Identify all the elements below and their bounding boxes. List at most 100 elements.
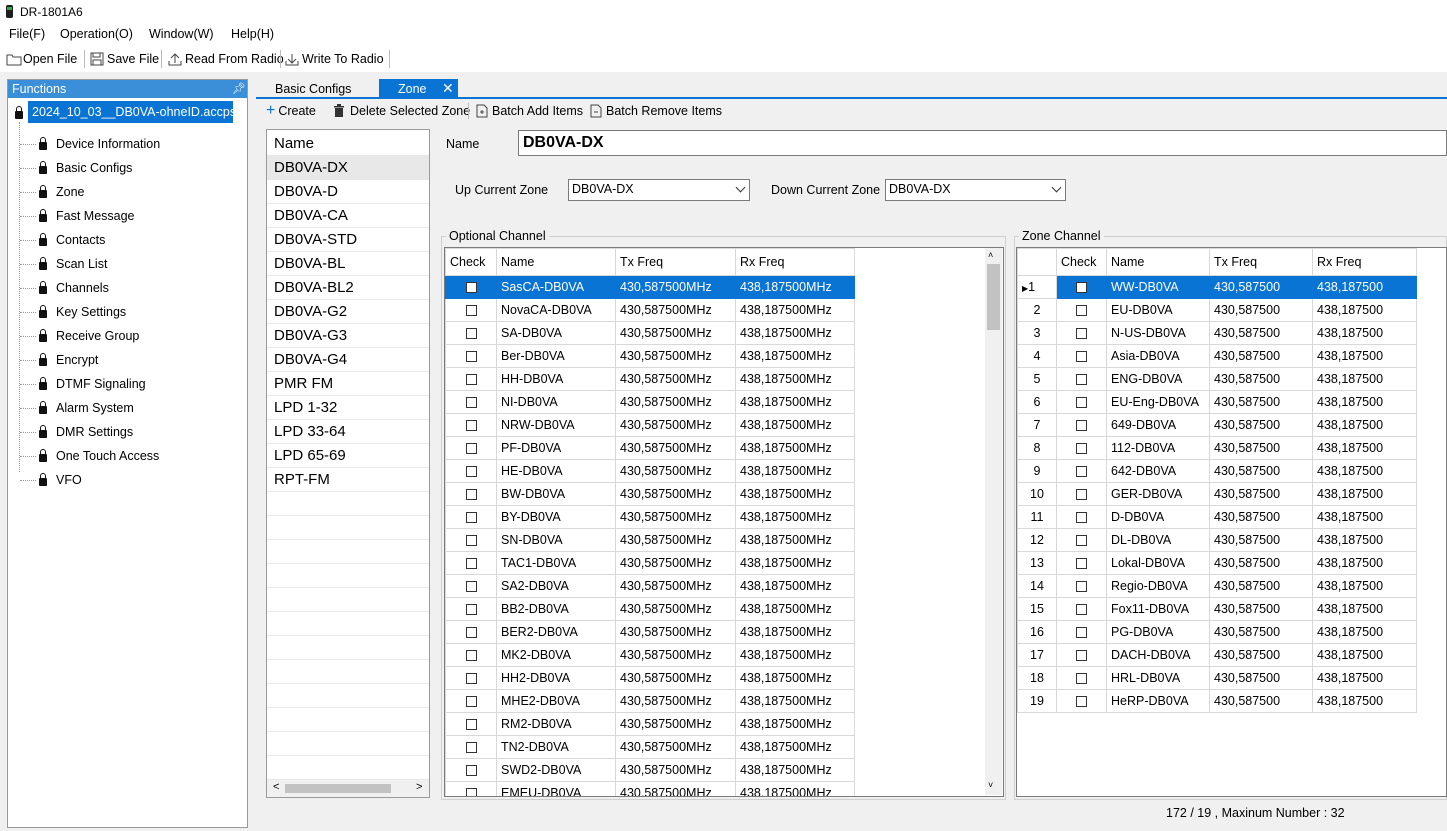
zone-list-item[interactable] xyxy=(267,540,429,564)
check-cell[interactable] xyxy=(1056,551,1107,575)
row-checkbox[interactable] xyxy=(1076,535,1087,547)
tree-item-zone[interactable]: Zone xyxy=(56,185,85,199)
check-cell[interactable] xyxy=(445,643,497,667)
zone-list-item[interactable] xyxy=(267,684,429,708)
row-checkbox[interactable] xyxy=(1076,673,1087,685)
scroll-left-icon[interactable]: < xyxy=(273,781,279,793)
zone-list-item[interactable] xyxy=(267,492,429,516)
close-tab-icon[interactable]: ✕ xyxy=(442,80,454,97)
table-row[interactable]: NRW-DB0VA 430,587500MHz 438,187500MHz xyxy=(445,413,855,437)
row-checkbox[interactable] xyxy=(1076,443,1087,455)
row-checkbox[interactable] xyxy=(465,489,477,501)
row-checkbox[interactable] xyxy=(465,512,477,524)
zone-list-item[interactable]: DB0VA-DX xyxy=(267,156,429,180)
tree-item-scan-list[interactable]: Scan List xyxy=(56,257,107,271)
write-to-radio-button[interactable]: Write To Radio xyxy=(285,50,384,68)
zone-list-horizontal-scrollbar[interactable]: < > xyxy=(267,780,429,797)
check-cell[interactable] xyxy=(445,574,497,598)
table-row[interactable]: MHE2-DB0VA 430,587500MHz 438,187500MHz xyxy=(445,689,855,713)
tree-item-channels[interactable]: Channels xyxy=(56,281,109,295)
menu-window[interactable]: Window(W) xyxy=(149,27,214,41)
table-row[interactable]: PF-DB0VA 430,587500MHz 438,187500MHz xyxy=(445,436,855,460)
zone-list-item[interactable]: PMR FM xyxy=(267,372,429,396)
zone-list-item[interactable]: RPT-FM xyxy=(267,468,429,492)
zone-list-item[interactable]: LPD 1-32 xyxy=(267,396,429,420)
table-row[interactable]: 5 ENG-DB0VA 430,587500 438,187500 xyxy=(1017,367,1417,391)
table-row[interactable]: SA2-DB0VA 430,587500MHz 438,187500MHz xyxy=(445,574,855,598)
check-cell[interactable] xyxy=(445,436,497,460)
check-cell[interactable] xyxy=(445,298,497,322)
table-row[interactable]: HH2-DB0VA 430,587500MHz 438,187500MHz xyxy=(445,666,855,690)
zone-column-header[interactable]: Check xyxy=(1056,248,1107,276)
check-cell[interactable] xyxy=(1056,597,1107,621)
tree-item-device-information[interactable]: Device Information xyxy=(56,137,160,151)
row-checkbox[interactable] xyxy=(465,535,477,547)
zone-list-item[interactable]: LPD 65-69 xyxy=(267,444,429,468)
zone-list-item[interactable] xyxy=(267,708,429,732)
check-cell[interactable] xyxy=(1056,459,1107,483)
row-checkbox[interactable] xyxy=(1076,374,1087,386)
zone-list-item[interactable] xyxy=(267,516,429,540)
scroll-up-icon[interactable]: ˄ xyxy=(988,250,993,260)
down-current-zone-select[interactable]: DB0VA-DX xyxy=(885,179,1066,201)
table-row[interactable]: HE-DB0VA 430,587500MHz 438,187500MHz xyxy=(445,459,855,483)
check-cell[interactable] xyxy=(1056,689,1107,713)
table-row[interactable]: 8 112-DB0VA 430,587500 438,187500 xyxy=(1017,436,1417,460)
batch-add-items-button[interactable]: Batch Add Items xyxy=(475,103,583,119)
tree-item-contacts[interactable]: Contacts xyxy=(56,233,105,247)
table-row[interactable]: 7 649-DB0VA 430,587500 438,187500 xyxy=(1017,413,1417,437)
open-file-button[interactable]: Open File xyxy=(6,50,77,68)
check-cell[interactable] xyxy=(445,781,497,796)
table-row[interactable]: 17 DACH-DB0VA 430,587500 438,187500 xyxy=(1017,643,1417,667)
tab-zone[interactable]: Zone ✕ xyxy=(379,79,458,98)
check-cell[interactable] xyxy=(445,551,497,575)
table-row[interactable]: 9 642-DB0VA 430,587500 438,187500 xyxy=(1017,459,1417,483)
zone-list-item[interactable] xyxy=(267,756,429,780)
row-checkbox[interactable] xyxy=(1076,650,1087,662)
check-cell[interactable] xyxy=(1056,574,1107,598)
vertical-scroll-thumb[interactable] xyxy=(987,264,1000,330)
check-cell[interactable] xyxy=(445,597,497,621)
tab-basic-configs[interactable]: Basic Configs xyxy=(258,79,378,98)
check-cell[interactable] xyxy=(1056,620,1107,644)
table-row[interactable]: 3 N-US-DB0VA 430,587500 438,187500 xyxy=(1017,321,1417,345)
row-checkbox[interactable] xyxy=(1076,558,1087,570)
row-checkbox[interactable] xyxy=(465,673,477,685)
optional-column-header[interactable]: Rx Freq xyxy=(735,248,855,276)
table-row[interactable]: EMEU-DB0VA 430,587500MHz 438,187500MHz xyxy=(445,781,855,796)
scroll-right-icon[interactable]: > xyxy=(416,781,422,793)
row-checkbox[interactable] xyxy=(465,466,477,478)
zone-list-item[interactable]: DB0VA-D xyxy=(267,180,429,204)
tree-item-encrypt[interactable]: Encrypt xyxy=(56,353,98,367)
read-from-radio-button[interactable]: Read From Radio xyxy=(168,50,284,68)
check-cell[interactable] xyxy=(1056,367,1107,391)
table-row[interactable]: 14 Regio-DB0VA 430,587500 438,187500 xyxy=(1017,574,1417,598)
check-cell[interactable] xyxy=(445,689,497,713)
up-current-zone-select[interactable]: DB0VA-DX xyxy=(568,179,750,201)
row-checkbox[interactable] xyxy=(1076,397,1087,409)
row-checkbox[interactable] xyxy=(1076,328,1087,340)
table-row[interactable]: 19 HeRP-DB0VA 430,587500 438,187500 xyxy=(1017,689,1417,713)
table-row[interactable]: BB2-DB0VA 430,587500MHz 438,187500MHz xyxy=(445,597,855,621)
zone-list-item[interactable] xyxy=(267,732,429,756)
optional-column-header[interactable]: Check xyxy=(445,248,497,276)
zone-list-item[interactable]: DB0VA-G4 xyxy=(267,348,429,372)
check-cell[interactable] xyxy=(1056,344,1107,368)
menu-operation[interactable]: Operation(O) xyxy=(60,27,133,41)
tree-item-basic-configs[interactable]: Basic Configs xyxy=(56,161,132,175)
check-cell[interactable] xyxy=(1056,643,1107,667)
row-checkbox[interactable] xyxy=(465,650,477,662)
table-row[interactable]: 13 Lokal-DB0VA 430,587500 438,187500 xyxy=(1017,551,1417,575)
table-row[interactable]: RM2-DB0VA 430,587500MHz 438,187500MHz xyxy=(445,712,855,736)
scroll-down-icon[interactable]: ˅ xyxy=(988,780,993,790)
zone-list-item[interactable]: DB0VA-CA xyxy=(267,204,429,228)
zone-list-item[interactable]: LPD 33-64 xyxy=(267,420,429,444)
zone-list-item[interactable]: DB0VA-STD xyxy=(267,228,429,252)
check-cell[interactable] xyxy=(445,505,497,529)
row-checkbox[interactable] xyxy=(1076,489,1087,501)
table-row[interactable]: 11 D-DB0VA 430,587500 438,187500 xyxy=(1017,505,1417,529)
table-row[interactable]: TAC1-DB0VA 430,587500MHz 438,187500MHz xyxy=(445,551,855,575)
check-cell[interactable] xyxy=(1056,528,1107,552)
tree-item-fast-message[interactable]: Fast Message xyxy=(56,209,135,223)
row-checkbox[interactable] xyxy=(465,305,477,317)
